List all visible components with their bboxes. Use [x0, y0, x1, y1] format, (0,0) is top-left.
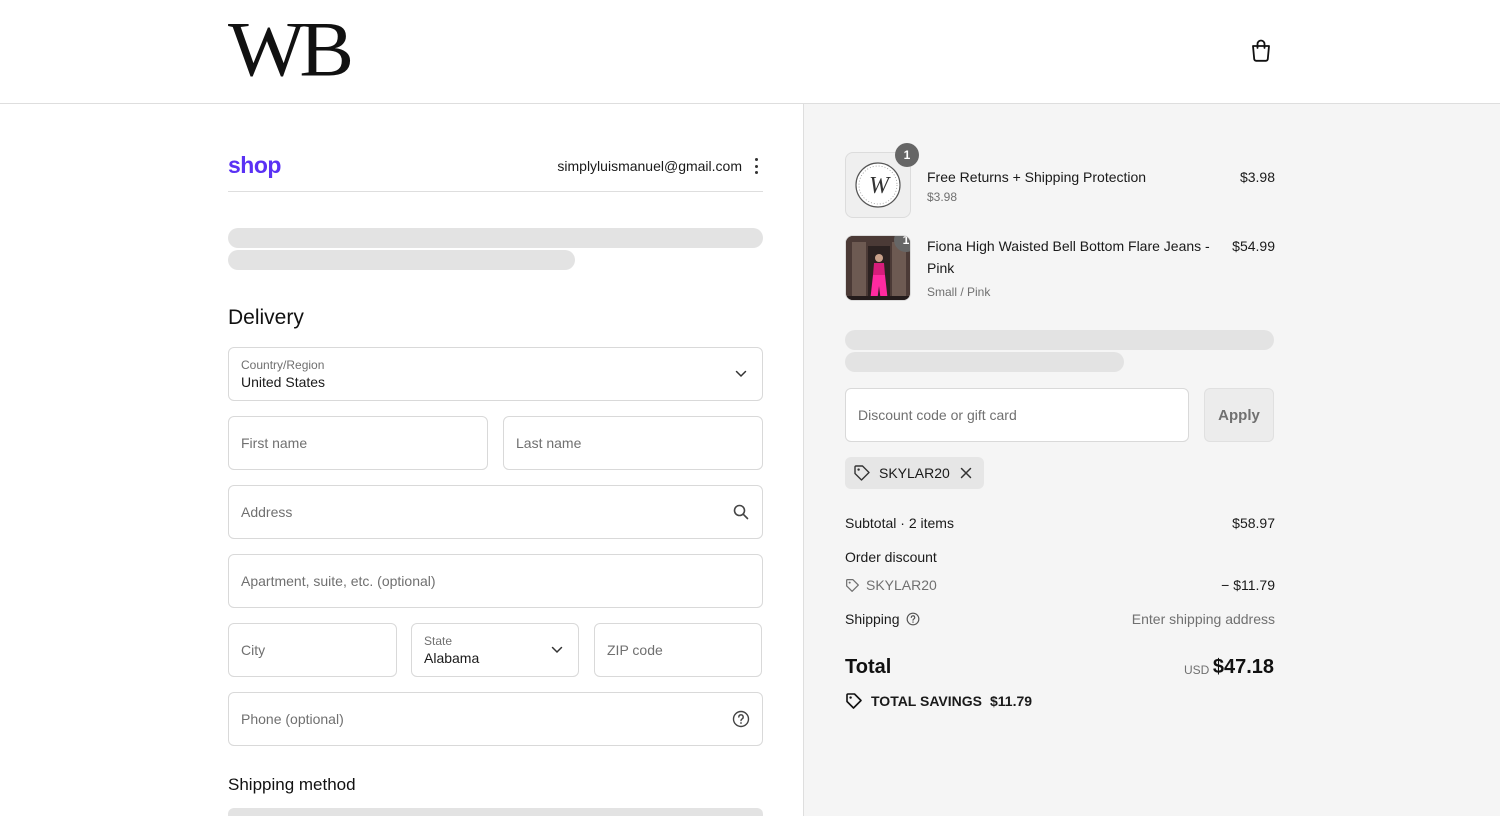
checkout-form-column: shop simplyluismanuel@gmail.com Delivery… [0, 104, 803, 816]
savings-value: $11.79 [989, 693, 1033, 709]
delivery-title: Delivery [228, 306, 304, 329]
subtotal-row: Subtotal · 2 items $58.97 [845, 515, 1275, 531]
chevron-down-icon [548, 641, 566, 659]
total-label: Total [845, 656, 892, 678]
last-name-placeholder: Last name [516, 435, 582, 451]
item-price: $54.99 [1232, 238, 1275, 254]
discount-code-input[interactable]: Discount code or gift card [845, 388, 1189, 442]
kebab-menu-icon[interactable] [751, 156, 761, 176]
applied-discount-chip: SKYLAR20 [845, 457, 984, 489]
item-name: Free Returns + Shipping Protection [927, 169, 1147, 185]
phone-placeholder: Phone (optional) [241, 711, 344, 727]
line-item: W 1 Free Returns + Shipping Protection $… [845, 143, 1275, 220]
state-select[interactable]: State Alabama [411, 623, 579, 677]
country-select[interactable]: Country/Region United States [228, 347, 763, 401]
shipping-method-title: Shipping method [228, 775, 356, 794]
loading-skeleton [845, 352, 1124, 372]
loading-skeleton [228, 250, 575, 270]
tag-icon [854, 465, 870, 481]
zip-field[interactable]: ZIP code [594, 623, 762, 677]
shopping-bag-icon [1252, 39, 1270, 62]
loading-skeleton [845, 330, 1274, 350]
order-discount-code: SKYLAR20 [866, 577, 937, 593]
first-name-field[interactable]: First name [228, 416, 488, 470]
store-logo[interactable]: WB [228, 11, 354, 89]
shipping-label: Shipping [845, 611, 900, 627]
remove-code-icon[interactable] [958, 465, 974, 481]
shipping-value: Enter shipping address [1131, 611, 1275, 627]
total-savings: TOTAL SAVINGS $11.79 [845, 692, 1032, 710]
state-value: Alabama [424, 650, 480, 666]
account-email: simplyluismanuel@gmail.com [557, 158, 742, 174]
city-placeholder: City [241, 642, 266, 658]
apartment-field[interactable]: Apartment, suite, etc. (optional) [228, 554, 763, 608]
item-name: Fiona High Waisted Bell Bottom Flare Jea… [927, 238, 1210, 276]
total-currency: USD [1184, 663, 1210, 677]
shop-pay-logo: shop [228, 152, 281, 178]
product-thumbnail: 1 [845, 235, 911, 301]
apply-discount-button[interactable]: Apply [1204, 388, 1274, 442]
state-label: State [424, 634, 453, 648]
quantity-badge: 1 [895, 143, 919, 167]
shop-account-row: shop simplyluismanuel@gmail.com [228, 152, 763, 192]
loading-skeleton [228, 808, 763, 816]
order-discount-code-row: SKYLAR20 − $11.79 [845, 577, 1275, 596]
order-discount-row: Order discount [845, 549, 1275, 565]
tag-icon [846, 578, 859, 592]
search-icon[interactable] [732, 503, 750, 521]
total-value: $47.18 [1212, 656, 1274, 678]
country-label: Country/Region [241, 358, 325, 372]
order-discount-label: Order discount [845, 549, 937, 565]
item-price: $3.98 [1239, 169, 1275, 185]
phone-field[interactable]: Phone (optional) [228, 692, 763, 746]
apartment-placeholder: Apartment, suite, etc. (optional) [241, 573, 436, 589]
line-item: 1 Fiona High Waisted Bell Bottom Flare J… [845, 235, 1275, 303]
zip-placeholder: ZIP code [607, 642, 663, 658]
help-icon[interactable] [732, 710, 750, 728]
city-field[interactable]: City [228, 623, 397, 677]
discount-placeholder: Discount code or gift card [858, 407, 1017, 423]
loading-skeleton [228, 228, 763, 248]
chevron-down-icon [732, 365, 750, 383]
item-subtitle: Small / Pink [927, 285, 991, 299]
item-subtitle: $3.98 [927, 190, 958, 204]
order-summary-column: W 1 Free Returns + Shipping Protection $… [803, 104, 1500, 816]
help-icon[interactable] [906, 612, 920, 626]
country-value: United States [241, 374, 326, 390]
subtotal-value: $58.97 [1232, 515, 1275, 531]
order-discount-value: − $11.79 [1221, 577, 1275, 593]
savings-label: TOTAL SAVINGS [871, 693, 982, 709]
cart-button[interactable] [1247, 36, 1275, 64]
subtotal-label: Subtotal · 2 items [845, 515, 954, 531]
address-placeholder: Address [241, 504, 293, 520]
applied-code-text: SKYLAR20 [879, 465, 950, 481]
tag-icon [846, 693, 862, 709]
product-thumbnail: W 1 [845, 143, 919, 218]
site-header: WB [0, 0, 1500, 104]
last-name-field[interactable]: Last name [503, 416, 763, 470]
address-field[interactable]: Address [228, 485, 763, 539]
first-name-placeholder: First name [241, 435, 308, 451]
shipping-row: Shipping Enter shipping address [845, 611, 1275, 627]
